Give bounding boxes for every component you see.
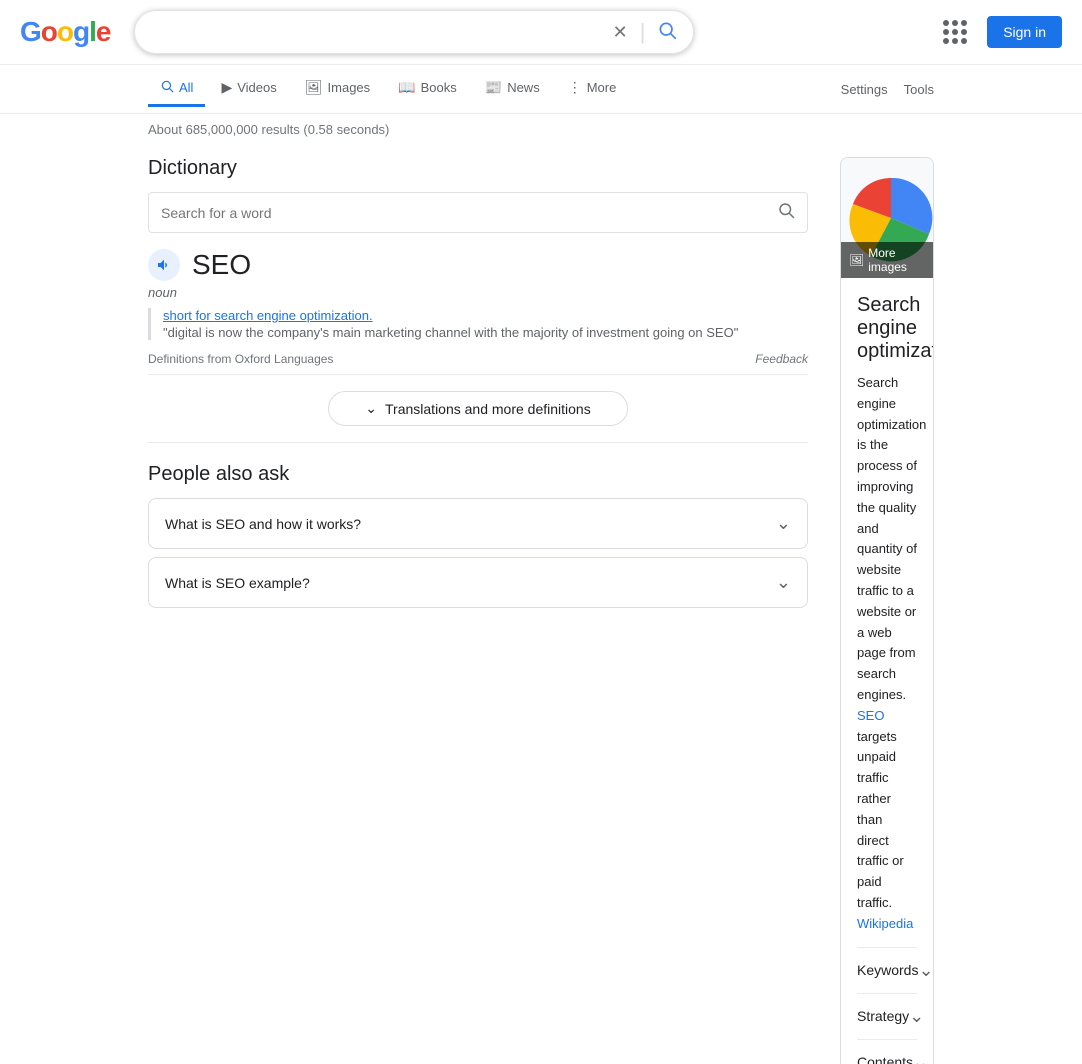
definitions-footer: Definitions from Oxford Languages Feedba… bbox=[148, 352, 808, 366]
tab-news[interactable]: 📰 News bbox=[473, 71, 552, 107]
kp-content: Search engine optimization Search engine… bbox=[841, 278, 933, 1064]
search-divider: | bbox=[640, 19, 646, 45]
videos-icon: ▶ bbox=[221, 79, 232, 96]
word-row: SEO bbox=[148, 249, 808, 281]
knowledge-panel: SEO 🔍 📊 🔗 bbox=[840, 157, 934, 1064]
more-icon: ⋮ bbox=[568, 79, 582, 96]
divider-bottom bbox=[148, 442, 808, 443]
paa-section: People also ask What is SEO and how it w… bbox=[148, 463, 808, 608]
paa-item-label-0: What is SEO and how it works? bbox=[165, 516, 361, 532]
paa-item-label-1: What is SEO example? bbox=[165, 575, 310, 591]
paa-chevron-1: ⌄ bbox=[776, 572, 791, 593]
results-count: About 685,000,000 results (0.58 seconds) bbox=[0, 114, 1082, 145]
definitions-source: Definitions from Oxford Languages bbox=[148, 352, 333, 366]
search-bar: what is SEO ✕ | bbox=[134, 10, 694, 54]
divider-top bbox=[148, 374, 808, 375]
tab-more-label: More bbox=[587, 80, 617, 95]
tab-images-label: Images bbox=[328, 80, 371, 95]
word-pos: noun bbox=[148, 285, 808, 300]
kp-section-contents-label: Contents bbox=[857, 1054, 913, 1064]
def-suffix: . bbox=[369, 308, 373, 323]
paa-title: People also ask bbox=[148, 463, 808, 486]
kp-desc-text1: Search engine optimization is the proces… bbox=[857, 375, 926, 702]
definition-block: short for search engine optimization. "d… bbox=[148, 308, 808, 340]
dict-search-box bbox=[148, 192, 808, 233]
kp-desc-text2: targets unpaid traffic rather than direc… bbox=[857, 729, 904, 910]
kp-section-contents[interactable]: Contents ⌄ bbox=[857, 1039, 917, 1064]
paa-chevron-0: ⌄ bbox=[776, 513, 791, 534]
paa-item-1[interactable]: What is SEO example? ⌄ bbox=[148, 557, 808, 608]
def-prefix: short for bbox=[163, 308, 214, 323]
dictionary-section: Dictionary SEO noun short for search eng… bbox=[148, 157, 808, 443]
left-column: Dictionary SEO noun short for search eng… bbox=[148, 145, 808, 1064]
header-right: Sign in bbox=[935, 12, 1062, 52]
kp-keywords-chevron: ⌄ bbox=[918, 960, 933, 981]
kp-description: Search engine optimization is the proces… bbox=[857, 373, 917, 935]
kp-desc-seo-link[interactable]: SEO bbox=[857, 708, 884, 723]
kp-strategy-chevron: ⌄ bbox=[909, 1006, 924, 1027]
kp-title: Search engine optimization bbox=[857, 294, 934, 363]
clear-search-icon[interactable]: ✕ bbox=[613, 22, 628, 43]
search-icon[interactable] bbox=[657, 20, 677, 45]
tab-all-label: All bbox=[179, 80, 193, 95]
nav-tabs: All ▶ Videos 🖼 Images 📖 Books 📰 News ⋮ M… bbox=[0, 65, 1082, 114]
translations-chevron: ⌄ bbox=[365, 400, 377, 417]
tab-books[interactable]: 📖 Books bbox=[386, 71, 469, 107]
translations-button[interactable]: ⌄ Translations and more definitions bbox=[328, 391, 628, 426]
images-icon: 🖼 bbox=[305, 79, 323, 96]
word-text: SEO bbox=[192, 249, 251, 281]
tab-books-label: Books bbox=[421, 80, 457, 95]
tab-videos[interactable]: ▶ Videos bbox=[209, 71, 288, 107]
def-example: "digital is now the company's main marke… bbox=[163, 325, 808, 340]
feedback-link[interactable]: Feedback bbox=[755, 352, 808, 366]
def-link[interactable]: search engine optimization bbox=[214, 308, 369, 323]
tab-more[interactable]: ⋮ More bbox=[556, 71, 629, 107]
news-icon: 📰 bbox=[485, 79, 502, 96]
all-icon bbox=[160, 79, 174, 96]
speaker-button[interactable] bbox=[148, 249, 180, 281]
kp-pie-image[interactable]: 🖼 More images bbox=[841, 158, 933, 278]
camera-icon: 🖼 bbox=[849, 253, 864, 267]
paa-item-0[interactable]: What is SEO and how it works? ⌄ bbox=[148, 498, 808, 549]
kp-section-strategy[interactable]: Strategy ⌄ bbox=[857, 993, 917, 1039]
tab-all[interactable]: All bbox=[148, 71, 205, 107]
kp-section-keywords-label: Keywords bbox=[857, 962, 918, 978]
translations-label: Translations and more definitions bbox=[385, 401, 591, 417]
kp-section-keywords[interactable]: Keywords ⌄ bbox=[857, 947, 917, 993]
books-icon: 📖 bbox=[398, 79, 415, 96]
tab-news-label: News bbox=[507, 80, 540, 95]
kp-title-row: Search engine optimization bbox=[857, 294, 917, 363]
settings-link[interactable]: Settings bbox=[841, 82, 888, 97]
nav-settings: Settings Tools bbox=[841, 82, 934, 97]
def-short: short for search engine optimization. bbox=[163, 308, 808, 323]
more-images-label: More images bbox=[868, 246, 933, 274]
right-column: SEO 🔍 📊 🔗 bbox=[840, 157, 934, 1064]
tab-images[interactable]: 🖼 Images bbox=[293, 71, 382, 107]
kp-section-strategy-label: Strategy bbox=[857, 1008, 909, 1024]
header: Google what is SEO ✕ | Sign in bbox=[0, 0, 1082, 65]
kp-desc-wiki-link[interactable]: Wikipedia bbox=[857, 916, 913, 931]
main-layout: Dictionary SEO noun short for search eng… bbox=[0, 145, 1082, 1064]
dict-search-input[interactable] bbox=[161, 205, 769, 221]
tools-link[interactable]: Tools bbox=[904, 82, 934, 97]
kp-images: SEO 🔍 📊 🔗 bbox=[841, 158, 933, 278]
tab-videos-label: Videos bbox=[237, 80, 277, 95]
more-images-overlay[interactable]: 🖼 More images bbox=[841, 242, 933, 278]
kp-contents-chevron: ⌄ bbox=[913, 1052, 928, 1064]
apps-icon[interactable] bbox=[935, 12, 975, 52]
google-logo: Google bbox=[20, 16, 110, 48]
dictionary-title: Dictionary bbox=[148, 157, 808, 180]
search-input[interactable]: what is SEO bbox=[151, 23, 604, 41]
dict-search-icon[interactable] bbox=[777, 201, 795, 224]
signin-button[interactable]: Sign in bbox=[987, 16, 1062, 48]
